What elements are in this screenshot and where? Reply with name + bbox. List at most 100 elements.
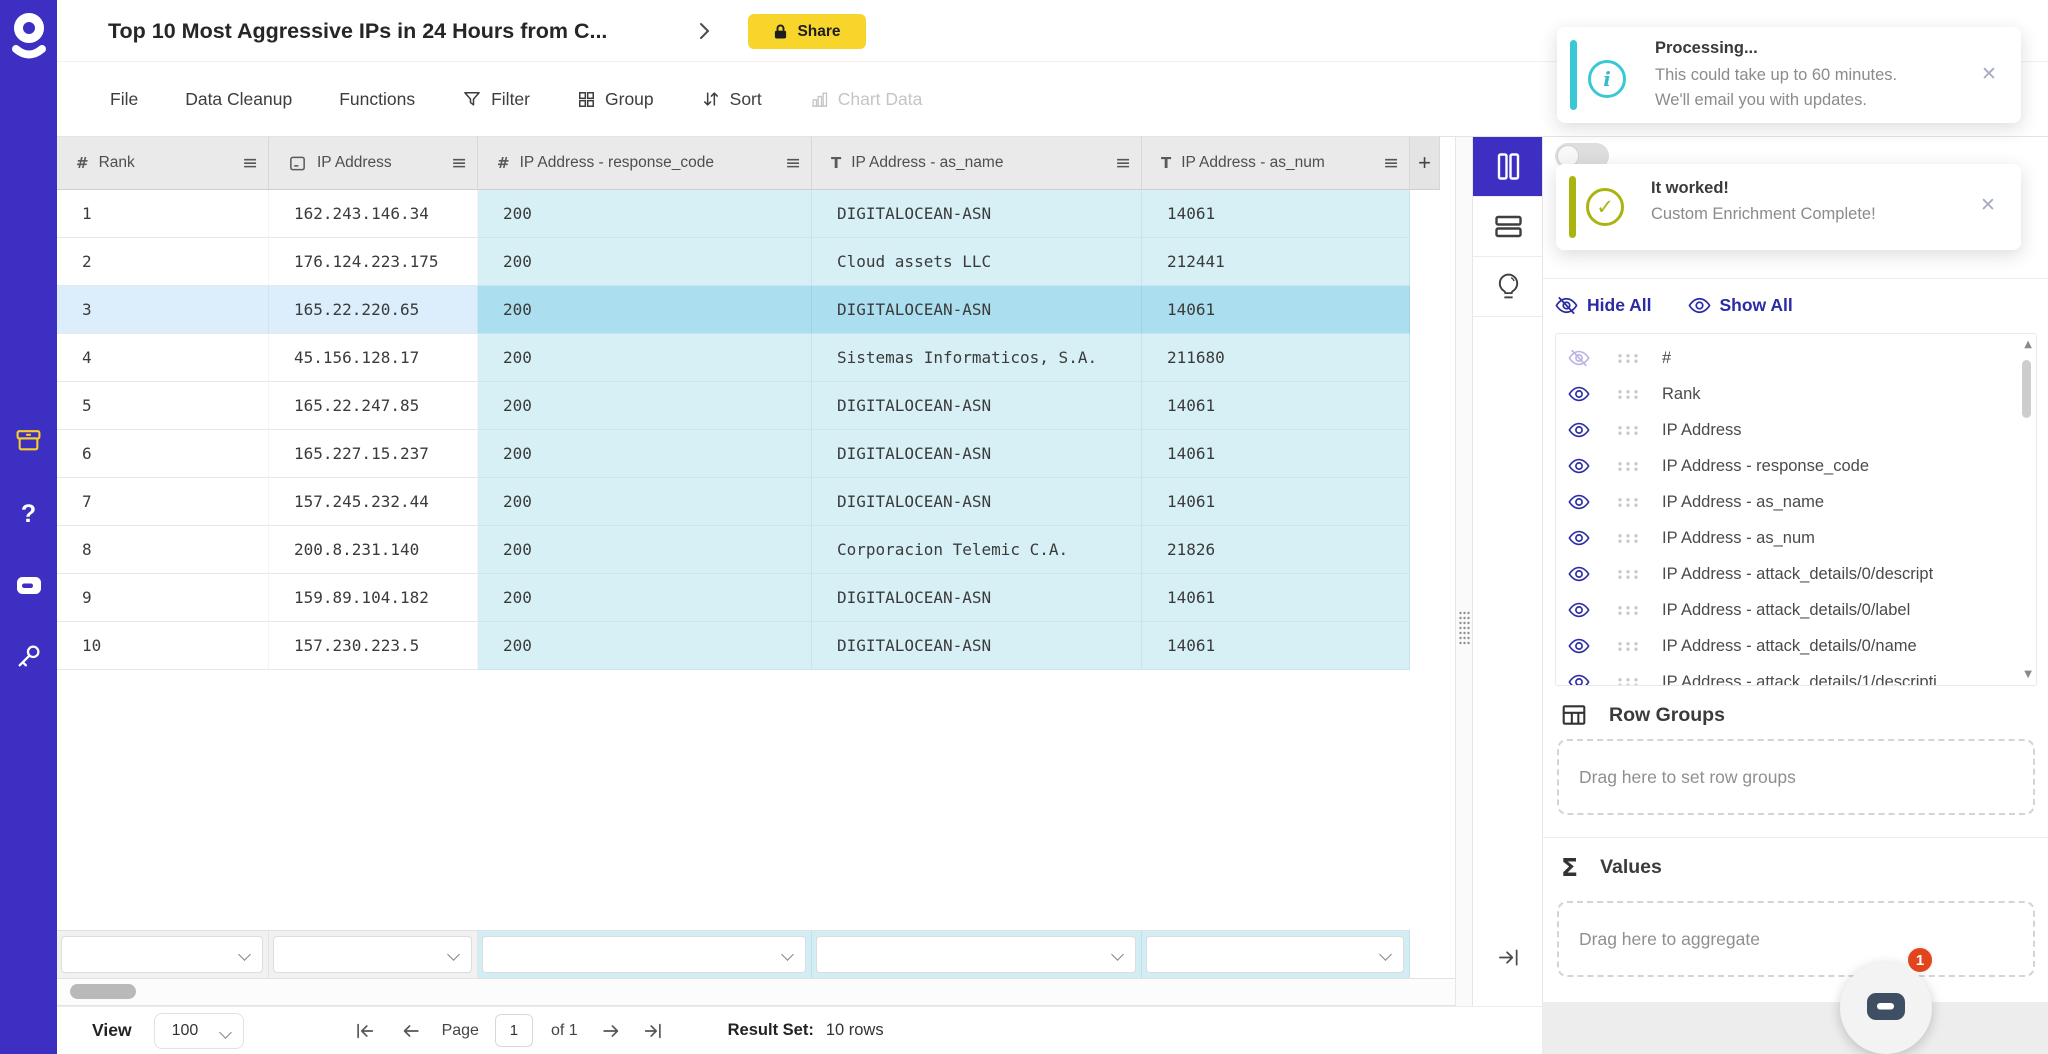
table-row[interactable]: 8200.8.231.140200Corporacion Telemic C.A… (57, 526, 1410, 574)
tab-rows[interactable] (1473, 197, 1543, 257)
column-header-rank[interactable]: #Rank≡ (57, 137, 269, 190)
toast-close-icon[interactable]: ✕ (1981, 63, 1997, 85)
column-menu-icon[interactable]: ≡ (1375, 152, 1399, 174)
page-size-select[interactable]: 100 (154, 1013, 244, 1049)
table-cell[interactable]: 21826 (1142, 526, 1410, 574)
column-header-ip-address[interactable]: IP Address≡ (269, 137, 478, 190)
add-column-button[interactable]: + (1410, 137, 1440, 190)
field-item-ip-address-attack-details-0-label[interactable]: IP Address - attack_details/0/label (1556, 592, 2036, 628)
table-cell[interactable]: DIGITALOCEAN-ASN (812, 478, 1142, 526)
eye-icon[interactable] (1568, 419, 1592, 441)
table-cell[interactable]: 5 (57, 382, 269, 430)
column-header-ip-address-as-num[interactable]: TIP Address - as_num≡ (1142, 137, 1410, 190)
table-cell[interactable]: Cloud assets LLC (812, 238, 1142, 286)
table-cell[interactable]: 1 (57, 190, 269, 238)
table-cell[interactable]: 200 (478, 286, 812, 334)
table-cell[interactable]: 200 (478, 382, 812, 430)
show-all-button[interactable]: Show All (1688, 294, 1793, 317)
menu-item-data-cleanup[interactable]: Data Cleanup (185, 89, 292, 110)
table-row[interactable]: 2176.124.223.175200Cloud assets LLC21244… (57, 238, 1410, 286)
menu-item-sort[interactable]: Sort (701, 89, 762, 110)
drag-handle-icon[interactable] (1616, 388, 1640, 401)
eye-icon[interactable] (1568, 455, 1592, 477)
table-row[interactable]: 10157.230.223.5200DIGITALOCEAN-ASN14061 (57, 622, 1410, 670)
column-menu-icon[interactable]: ≡ (234, 152, 258, 174)
table-cell[interactable]: DIGITALOCEAN-ASN (812, 286, 1142, 334)
table-cell[interactable]: 162.243.146.34 (269, 190, 478, 238)
column-filter-select[interactable] (61, 936, 263, 973)
table-cell[interactable]: 4 (57, 334, 269, 382)
drag-handle-icon[interactable] (1458, 610, 1471, 648)
table-cell[interactable]: 45.156.128.17 (269, 334, 478, 382)
drag-handle-icon[interactable] (1616, 460, 1640, 473)
table-cell[interactable]: 3 (57, 286, 269, 334)
drag-handle-icon[interactable] (1616, 676, 1640, 687)
table-cell[interactable]: 14061 (1142, 430, 1410, 478)
eye-off-icon[interactable] (1568, 347, 1592, 369)
eye-icon[interactable] (1568, 671, 1592, 686)
help-icon[interactable]: ? (0, 490, 57, 538)
vertical-scrollbar-thumb[interactable] (2022, 360, 2031, 418)
table-cell[interactable]: 200 (478, 334, 812, 382)
horizontal-scrollbar-thumb[interactable] (70, 984, 136, 999)
table-row[interactable]: 3165.22.220.65200DIGITALOCEAN-ASN14061 (57, 286, 1410, 334)
table-cell[interactable]: 10 (57, 622, 269, 670)
horizontal-scrollbar[interactable] (57, 978, 1455, 1006)
row-groups-dropzone[interactable]: Drag here to set row groups (1557, 739, 2035, 815)
panel-resize-strip[interactable] (1455, 137, 1472, 1006)
field-item-rank[interactable]: Rank (1556, 376, 2036, 412)
field-item-ip-address-attack-details-1-descripti[interactable]: IP Address - attack_details/1/descripti (1556, 664, 2036, 686)
table-cell[interactable]: 165.22.247.85 (269, 382, 478, 430)
column-filter-select[interactable] (816, 936, 1136, 973)
scroll-up-icon[interactable]: ▲ (2024, 339, 2032, 350)
table-cell[interactable]: 200 (478, 190, 812, 238)
table-cell[interactable]: DIGITALOCEAN-ASN (812, 190, 1142, 238)
eye-icon[interactable] (1568, 563, 1592, 585)
hide-all-button[interactable]: Hide All (1555, 294, 1652, 317)
eye-icon[interactable] (1568, 491, 1592, 513)
table-cell[interactable]: 14061 (1142, 382, 1410, 430)
table-cell[interactable]: DIGITALOCEAN-ASN (812, 382, 1142, 430)
menu-item-functions[interactable]: Functions (339, 89, 415, 110)
drag-handle-icon[interactable] (1616, 352, 1640, 365)
eye-icon[interactable] (1568, 527, 1592, 549)
table-row[interactable]: 5165.22.247.85200DIGITALOCEAN-ASN14061 (57, 382, 1410, 430)
table-cell[interactable]: 200 (478, 430, 812, 478)
last-page-button[interactable] (642, 1020, 664, 1042)
scroll-down-icon[interactable]: ▼ (2024, 669, 2032, 680)
chat-widget-button[interactable]: 1 (1840, 962, 1932, 1054)
table-row[interactable]: 1162.243.146.34200DIGITALOCEAN-ASN14061 (57, 190, 1410, 238)
column-menu-icon[interactable]: ≡ (443, 152, 467, 174)
page-number-input[interactable] (495, 1014, 533, 1047)
table-cell[interactable]: 14061 (1142, 478, 1410, 526)
table-row[interactable]: 6165.227.15.237200DIGITALOCEAN-ASN14061 (57, 430, 1410, 478)
table-cell[interactable]: Corporacion Telemic C.A. (812, 526, 1142, 574)
column-menu-icon[interactable]: ≡ (1107, 152, 1131, 174)
table-cell[interactable]: 14061 (1142, 622, 1410, 670)
table-cell[interactable]: 200 (478, 238, 812, 286)
table-cell[interactable]: 14061 (1142, 574, 1410, 622)
table-cell[interactable]: 157.230.223.5 (269, 622, 478, 670)
column-header-ip-address-as-name[interactable]: TIP Address - as_name≡ (812, 137, 1142, 190)
drag-handle-icon[interactable] (1616, 604, 1640, 617)
menu-item-chart-data[interactable]: Chart Data (809, 89, 923, 110)
eye-icon[interactable] (1568, 383, 1592, 405)
table-cell[interactable]: 165.227.15.237 (269, 430, 478, 478)
tab-insights[interactable] (1473, 257, 1543, 317)
field-item-[interactable]: # (1556, 340, 2036, 376)
collapse-panel-button[interactable] (1473, 932, 1543, 982)
table-cell[interactable]: Sistemas Informaticos, S.A. (812, 334, 1142, 382)
table-row[interactable]: 7157.245.232.44200DIGITALOCEAN-ASN14061 (57, 478, 1410, 526)
menu-item-file[interactable]: File (110, 89, 138, 110)
table-cell[interactable]: 200 (478, 622, 812, 670)
table-cell[interactable]: 14061 (1142, 286, 1410, 334)
feedback-chat-icon[interactable] (0, 562, 57, 610)
drag-handle-icon[interactable] (1616, 568, 1640, 581)
table-cell[interactable]: DIGITALOCEAN-ASN (812, 622, 1142, 670)
table-cell[interactable]: 14061 (1142, 190, 1410, 238)
field-item-ip-address-as-name[interactable]: IP Address - as_name (1556, 484, 2036, 520)
column-header-ip-address-response-code[interactable]: #IP Address - response_code≡ (478, 137, 812, 190)
share-button[interactable]: Share (748, 14, 866, 49)
menu-item-group[interactable]: Group (577, 89, 654, 110)
first-page-button[interactable] (354, 1020, 376, 1042)
